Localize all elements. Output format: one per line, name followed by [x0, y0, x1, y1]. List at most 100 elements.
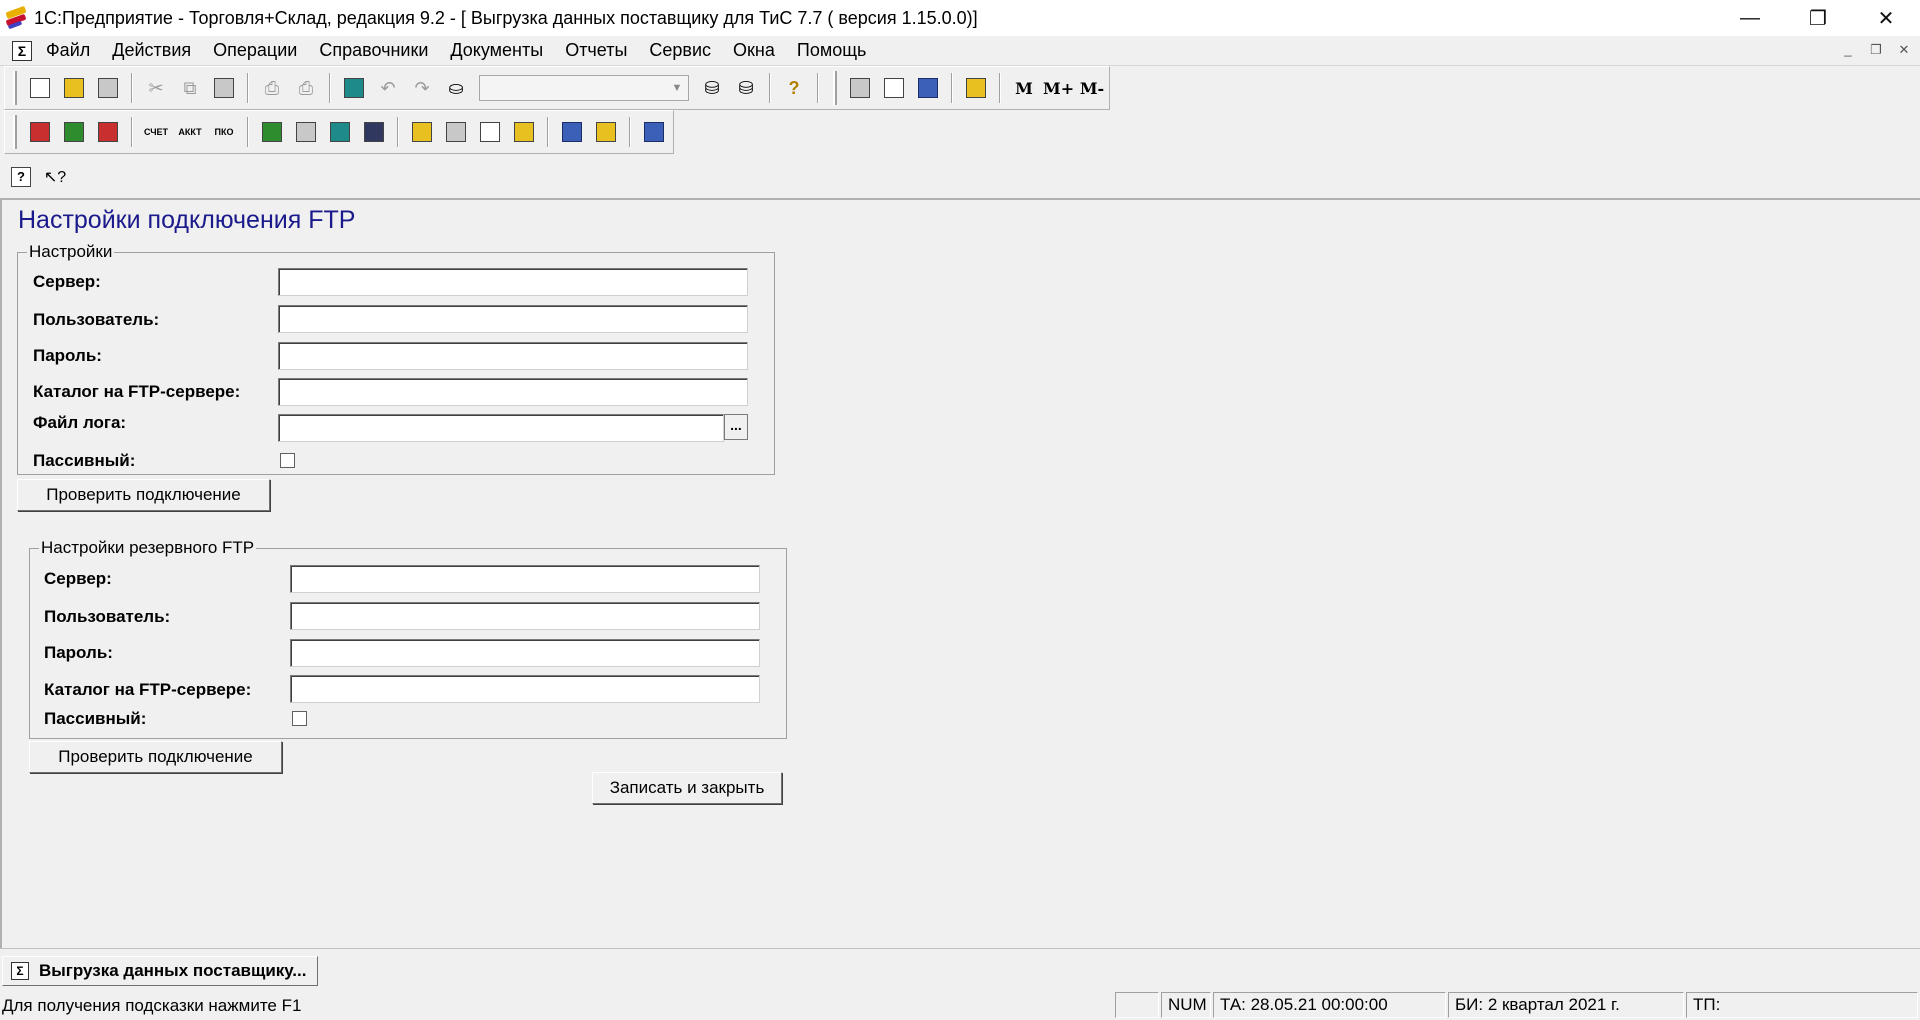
menu-reports[interactable]: Отчеты — [565, 40, 627, 61]
backup-passive-label: Пассивный: — [44, 709, 147, 728]
save-icon[interactable] — [93, 73, 123, 103]
open-folder-icon[interactable] — [59, 73, 89, 103]
report-icon[interactable] — [475, 117, 505, 147]
whats-this-icon[interactable]: ↖? — [40, 162, 70, 192]
exchange-icon[interactable] — [557, 117, 587, 147]
mdi-controls: _ ❐ ✕ — [1838, 40, 1914, 60]
calculator-icon[interactable] — [845, 73, 875, 103]
new-document-icon[interactable] — [25, 73, 55, 103]
mdi-minimize-button[interactable]: _ — [1838, 40, 1858, 60]
incoming-icon[interactable] — [59, 117, 89, 147]
backup-catalog-input[interactable] — [290, 675, 760, 703]
window-controls: — ❐ ✕ — [1716, 0, 1920, 36]
menu-help[interactable]: Помощь — [797, 40, 867, 61]
minimize-button[interactable]: — — [1716, 0, 1784, 36]
status-bar: Для получения подсказки нажмите F1 NUM Т… — [0, 990, 1920, 1020]
mdi-restore-button[interactable]: ❐ — [1866, 40, 1886, 60]
browse-button[interactable]: ... — [724, 414, 748, 440]
redo-icon[interactable]: ↷ — [407, 73, 437, 103]
form-icon: Σ — [11, 962, 29, 980]
mdi-close-button[interactable]: ✕ — [1894, 40, 1914, 60]
image-icon[interactable] — [639, 117, 669, 147]
group-legend: Настройки — [27, 242, 115, 262]
backup-password-input[interactable] — [290, 639, 760, 667]
toolbar-grip[interactable] — [13, 115, 17, 149]
search-combo[interactable]: ▼ — [479, 75, 689, 101]
save-and-close-button[interactable]: Записать и закрыть — [592, 772, 782, 804]
paste-icon[interactable] — [209, 73, 239, 103]
logfile-label: Файл лога: — [33, 413, 127, 432]
user-input[interactable] — [278, 305, 748, 333]
messages-icon[interactable] — [913, 73, 943, 103]
act-icon[interactable]: АККТ — [175, 117, 205, 147]
menu-bar: Σ Файл Действия Операции Справочники Док… — [0, 36, 1920, 66]
password-label: Пароль: — [33, 346, 102, 365]
books-icon[interactable] — [25, 117, 55, 147]
restore-button[interactable]: ❐ — [1784, 0, 1852, 36]
print-preview-icon[interactable]: ⎙ — [291, 73, 321, 103]
menu-service[interactable]: Сервис — [649, 40, 711, 61]
undo-icon[interactable]: ↶ — [373, 73, 403, 103]
backup-user-label: Пользователь: — [44, 607, 171, 626]
cash-register-icon[interactable] — [291, 117, 321, 147]
goods-icon[interactable] — [407, 117, 437, 147]
outgoing-icon[interactable] — [93, 117, 123, 147]
catalog-input[interactable] — [278, 378, 748, 406]
toolbar-grip[interactable] — [13, 71, 17, 105]
copy-icon[interactable]: ⧉ — [175, 73, 205, 103]
warehouse-icon[interactable] — [441, 117, 471, 147]
menu-operations[interactable]: Операции — [213, 40, 297, 61]
help-question-icon[interactable]: ? — [779, 73, 809, 103]
backup-passive-checkbox[interactable] — [292, 711, 307, 726]
find-next-icon[interactable]: ⛁ — [697, 73, 727, 103]
backup-check-connection-button[interactable]: Проверить подключение — [29, 741, 282, 773]
window-tab-export[interactable]: Σ Выгрузка данных поставщику... — [2, 956, 318, 986]
password-input[interactable] — [278, 342, 748, 370]
backup-user-input[interactable] — [290, 602, 760, 630]
status-cell-empty — [1115, 992, 1159, 1018]
memory-mminus-button[interactable]: M- — [1077, 79, 1107, 98]
menu-file[interactable]: Файл — [46, 40, 90, 61]
backup-server-input[interactable] — [290, 565, 760, 593]
calendar-icon[interactable] — [879, 73, 909, 103]
find-binoculars-icon[interactable]: ⛀ — [441, 73, 471, 103]
status-tp: ТП: — [1686, 992, 1918, 1018]
status-bi: БИ: 2 квартал 2021 г. — [1448, 992, 1684, 1018]
close-button[interactable]: ✕ — [1852, 0, 1920, 36]
document-list-icon[interactable] — [325, 117, 355, 147]
memory-mplus-button[interactable]: M+ — [1043, 79, 1074, 98]
money-bag-icon[interactable] — [257, 117, 287, 147]
chart-icon[interactable] — [509, 117, 539, 147]
check-connection-button[interactable]: Проверить подключение — [17, 479, 270, 511]
chevron-down-icon[interactable]: ▼ — [668, 78, 686, 98]
window-tabs-bar: Σ Выгрузка данных поставщику... — [0, 948, 1920, 990]
status-hint: Для получения подсказки нажмите F1 — [2, 996, 302, 1015]
calendar-date-icon[interactable] — [591, 117, 621, 147]
print-icon[interactable]: ⎙ — [257, 73, 287, 103]
menu-actions[interactable]: Действия — [112, 40, 191, 61]
menu-documents[interactable]: Документы — [450, 40, 543, 61]
system-menu-icon[interactable]: Σ — [12, 40, 32, 61]
window-title: 1С:Предприятие - Торговля+Склад, редакци… — [34, 7, 978, 28]
context-help-icon[interactable]: ? — [6, 162, 36, 192]
logfile-input[interactable] — [278, 414, 724, 442]
documents-toolbar: СЧЕТ АККТ ПКО — [4, 110, 674, 154]
window-tab-label: Выгрузка данных поставщику... — [39, 961, 307, 980]
properties-icon[interactable] — [339, 73, 369, 103]
status-num: NUM — [1161, 992, 1211, 1018]
cut-icon[interactable]: ✂ — [141, 73, 171, 103]
invoice-icon[interactable]: СЧЕТ — [141, 117, 171, 147]
book-icon[interactable] — [961, 73, 991, 103]
help-toolbar: ? ↖? — [4, 156, 124, 198]
people-icon[interactable] — [359, 117, 389, 147]
menu-windows[interactable]: Окна — [733, 40, 775, 61]
passive-checkbox[interactable] — [280, 453, 295, 468]
memory-m-button[interactable]: M — [1009, 79, 1039, 98]
menu-catalogs[interactable]: Справочники — [319, 40, 428, 61]
passive-label: Пассивный: — [33, 451, 136, 470]
cash-order-icon[interactable]: ПКО — [209, 117, 239, 147]
find-prev-icon[interactable]: ⛁ — [731, 73, 761, 103]
status-ta: ТА: 28.05.21 00:00:00 — [1213, 992, 1446, 1018]
server-input[interactable] — [278, 268, 748, 296]
title-bar: 1С:Предприятие - Торговля+Склад, редакци… — [0, 0, 1920, 36]
